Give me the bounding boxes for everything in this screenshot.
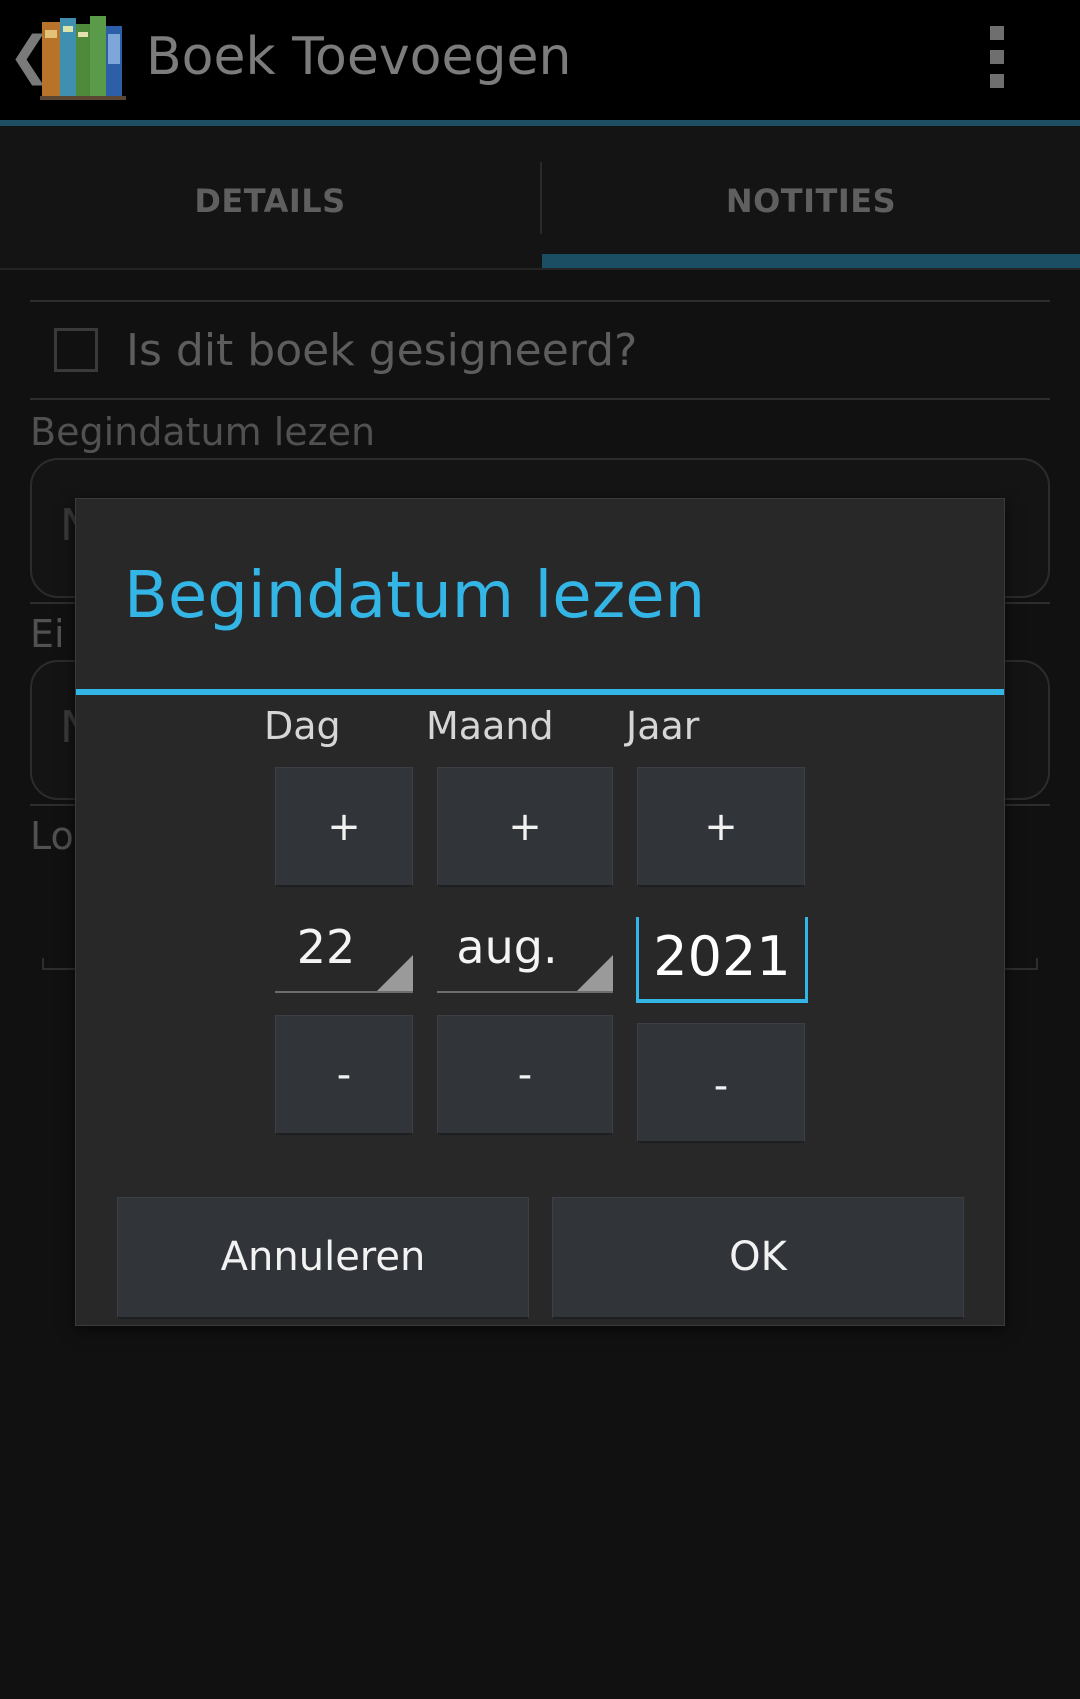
date-picker-dialog: Begindatum lezen Dag Maand Jaar + + + 22…: [75, 498, 1005, 1326]
dialog-title: Begindatum lezen: [124, 559, 706, 633]
action-bar: ❮ Boek Toevoegen: [0, 0, 1080, 120]
divider: [30, 300, 1050, 302]
day-label: Dag: [264, 704, 341, 748]
month-spinner[interactable]: aug.: [437, 911, 613, 993]
tab-bar-divider: [0, 268, 1080, 270]
spinner-triangle-icon: [577, 955, 613, 991]
month-increment-button[interactable]: +: [437, 767, 613, 887]
spinner-triangle-icon: [377, 955, 413, 991]
month-value: aug.: [456, 920, 558, 974]
location-label: Lo: [30, 814, 74, 858]
month-label: Maand: [426, 704, 554, 748]
dialog-title-divider: [76, 689, 1004, 695]
overflow-menu-icon[interactable]: [982, 26, 1012, 88]
year-decrement-button[interactable]: -: [637, 1023, 805, 1143]
year-increment-button[interactable]: +: [637, 767, 805, 887]
year-input[interactable]: 2021: [636, 913, 808, 1003]
ok-button[interactable]: OK: [552, 1197, 964, 1319]
cancel-button[interactable]: Annuleren: [117, 1197, 529, 1319]
tab-notities[interactable]: NOTITIES: [542, 126, 1080, 270]
signed-checkbox[interactable]: [54, 328, 98, 372]
day-spinner[interactable]: 22: [275, 911, 413, 993]
end-date-label: Ei: [30, 612, 65, 656]
year-label: Jaar: [626, 704, 700, 748]
year-value: 2021: [653, 925, 791, 988]
month-decrement-button[interactable]: -: [437, 1015, 613, 1135]
day-value: 22: [296, 920, 356, 974]
app-title: Boek Toevoegen: [146, 27, 572, 87]
tab-bar: DETAILS NOTITIES: [0, 126, 1080, 270]
books-icon[interactable]: [40, 12, 126, 102]
start-date-label: Begindatum lezen: [30, 410, 376, 454]
signed-label: Is dit boek gesigneerd?: [126, 325, 638, 376]
divider: [30, 398, 1050, 400]
day-increment-button[interactable]: +: [275, 767, 413, 887]
day-decrement-button[interactable]: -: [275, 1015, 413, 1135]
tab-details[interactable]: DETAILS: [0, 126, 540, 270]
